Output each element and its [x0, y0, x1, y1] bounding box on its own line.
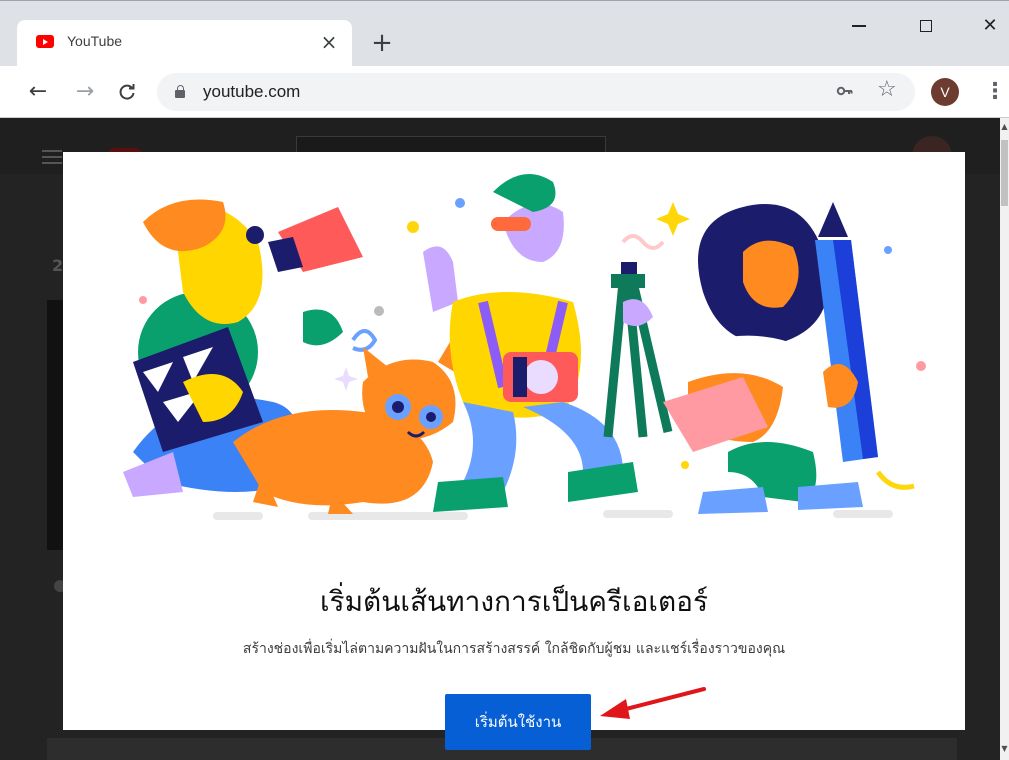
creators-illustration: [123, 174, 926, 520]
annotation-arrow-icon: [600, 687, 706, 719]
page-scrollbar[interactable]: ▲ ▼: [1000, 118, 1009, 760]
get-started-button[interactable]: เริ่มต้นใช้งาน: [445, 694, 591, 750]
scroll-up-icon[interactable]: ▲: [1000, 122, 1009, 132]
new-tab-button[interactable]: +: [368, 30, 396, 58]
scroll-down-icon[interactable]: ▼: [1000, 744, 1009, 754]
back-button[interactable]: ←: [24, 78, 52, 106]
tab-title: YouTube: [67, 33, 123, 49]
maximize-button[interactable]: [906, 11, 946, 41]
guide-menu-icon: [42, 150, 62, 164]
browser-menu-icon[interactable]: ⋮: [984, 78, 1006, 106]
dialog-title: เริ่มต้นเส้นทางการเป็นครีเอเตอร์: [319, 585, 708, 618]
profile-avatar[interactable]: V: [931, 78, 959, 106]
lock-icon[interactable]: [175, 85, 185, 98]
url-text[interactable]: youtube.com: [203, 82, 300, 102]
maximize-icon: [920, 20, 932, 32]
dialog-description: สร้างช่องเพื่อเริ่มไล่ตามความฝันในการสร้…: [242, 641, 786, 657]
minimize-icon: [852, 25, 866, 27]
minimize-button[interactable]: [839, 11, 879, 41]
address-bar[interactable]: youtube.com ☆: [157, 73, 915, 111]
tab-youtube[interactable]: YouTube ×: [17, 20, 352, 67]
window-close-button[interactable]: ✕: [970, 11, 1009, 41]
bookmark-star-icon[interactable]: ☆: [877, 77, 897, 102]
browser-toolbar: ← → youtube.com ☆ V ⋮: [0, 66, 1009, 118]
tab-strip: YouTube × + ✕: [0, 0, 1009, 67]
scroll-thumb[interactable]: [1001, 140, 1008, 206]
shelf-number: 2: [52, 256, 64, 275]
reload-button[interactable]: [113, 78, 141, 106]
tab-close-icon[interactable]: ×: [317, 30, 341, 54]
create-channel-dialog: เริ่มต้นเส้นทางการเป็นครีเอเตอร์ สร้างช่…: [63, 152, 965, 730]
youtube-favicon-icon: [36, 35, 54, 48]
forward-button[interactable]: →: [71, 78, 99, 106]
key-icon[interactable]: [835, 81, 855, 105]
reload-icon: [119, 84, 135, 100]
browser-window: YouTube × + ✕ ← → youtube.com ☆ V ⋮ 2 ▲ …: [0, 0, 1009, 760]
